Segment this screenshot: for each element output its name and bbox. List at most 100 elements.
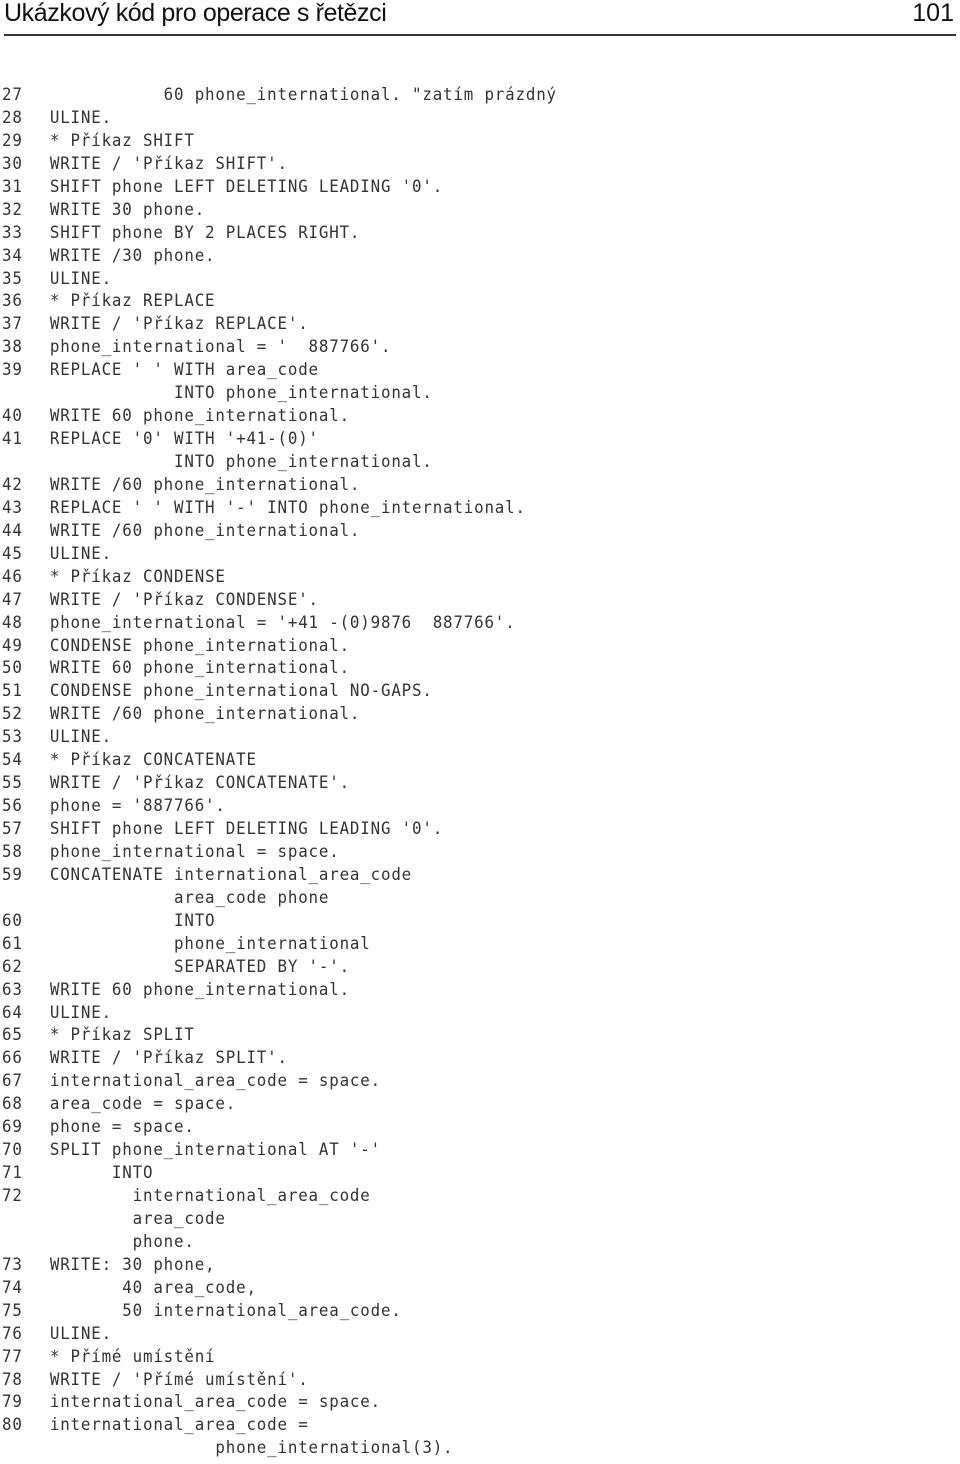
- code-line: phone_international(3).: [2, 1437, 557, 1460]
- code-line: 76 ULINE.: [2, 1323, 557, 1346]
- code-line: 62 SEPARATED BY '-'.: [2, 956, 557, 979]
- code-text: WRITE 60 phone_international.: [49, 658, 350, 679]
- code-line: 39 REPLACE ' ' WITH area_code: [2, 359, 557, 382]
- code-line: 31 SHIFT phone LEFT DELETING LEADING '0'.: [2, 176, 557, 199]
- code-text: phone = space.: [49, 1117, 195, 1138]
- code-line: 74 40 area_code,: [2, 1277, 557, 1300]
- line-number: 51: [2, 681, 23, 702]
- code-text: WRITE 60 phone_international.: [49, 406, 350, 427]
- line-number: 35: [2, 268, 23, 289]
- code-line: 49 CONDENSE phone_international.: [2, 635, 557, 658]
- code-line: 57 SHIFT phone LEFT DELETING LEADING '0'.: [2, 818, 557, 841]
- line-number: 56: [2, 796, 23, 817]
- code-line: phone.: [2, 1231, 557, 1254]
- code-text: CONCATENATE international_area_code: [49, 864, 413, 885]
- code-text: WRITE /30 phone.: [49, 245, 216, 266]
- line-number: 47: [2, 589, 23, 610]
- code-line: 55 WRITE / 'Příkaz CONCATENATE'.: [2, 772, 557, 795]
- code-line: 29 * Příkaz SHIFT: [2, 130, 557, 153]
- line-number: 59: [2, 864, 23, 885]
- code-text: WRITE / 'Příkaz SHIFT'.: [49, 153, 288, 174]
- code-line: 73 WRITE: 30 phone,: [2, 1254, 557, 1277]
- code-line: 50 WRITE 60 phone_international.: [2, 657, 557, 680]
- line-number: 74: [2, 1277, 23, 1298]
- code-line: 68 area_code = space.: [2, 1093, 557, 1116]
- code-line: 67 international_area_code = space.: [2, 1070, 557, 1093]
- code-text: ULINE.: [49, 268, 112, 289]
- code-line: 72 international_area_code: [2, 1185, 557, 1208]
- code-text: INTO phone_international.: [49, 452, 433, 472]
- line-number: 28: [2, 107, 23, 128]
- line-number: 41: [2, 429, 23, 450]
- page-header: Ukázkový kód pro operace s řetězci 101: [4, 0, 956, 36]
- code-line: 34 WRITE /30 phone.: [2, 245, 557, 268]
- code-text: CONDENSE phone_international NO-GAPS.: [49, 681, 433, 702]
- line-number: 69: [2, 1117, 23, 1138]
- code-text: INTO: [49, 910, 216, 931]
- code-line: area_code phone: [2, 887, 557, 910]
- line-number: 61: [2, 933, 23, 954]
- code-text: * Příkaz CONCATENATE: [49, 750, 257, 771]
- code-line: 58 phone_international = space.: [2, 841, 557, 864]
- line-number: 37: [2, 314, 23, 335]
- code-line: 65 * Příkaz SPLIT: [2, 1024, 557, 1047]
- code-text: area_code: [49, 1208, 226, 1229]
- code-line: 52 WRITE /60 phone_international.: [2, 703, 557, 726]
- code-line: 37 WRITE / 'Příkaz REPLACE'.: [2, 313, 557, 336]
- code-text: CONDENSE phone_international.: [49, 635, 350, 656]
- code-text: REPLACE ' ' WITH area_code: [49, 360, 319, 381]
- code-line: 78 WRITE / 'Přímé umístění'.: [2, 1369, 557, 1392]
- line-number: 64: [2, 1002, 23, 1023]
- code-line: 80 international_area_code =: [2, 1414, 557, 1437]
- code-line: 40 WRITE 60 phone_international.: [2, 405, 557, 428]
- line-number: 70: [2, 1140, 23, 1161]
- code-line: 75 50 international_area_code.: [2, 1300, 557, 1323]
- line-number: 36: [2, 291, 23, 312]
- code-text: SPLIT phone_international AT '-': [49, 1140, 381, 1161]
- code-text: phone = '887766'.: [49, 796, 226, 817]
- code-text: WRITE: 30 phone,: [49, 1254, 216, 1275]
- code-line: 56 phone = '887766'.: [2, 795, 557, 818]
- line-number: 58: [2, 841, 23, 862]
- code-line: 28 ULINE.: [2, 107, 557, 130]
- code-text: SHIFT phone LEFT DELETING LEADING '0'.: [49, 819, 444, 839]
- code-line: 48 phone_international = '+41 -(0)9876 88…: [2, 612, 557, 635]
- code-line: 54 * Příkaz CONCATENATE: [2, 749, 557, 772]
- line-number: 32: [2, 199, 23, 220]
- header-rule: [4, 34, 956, 36]
- code-text: WRITE 60 phone_international.: [49, 979, 350, 1000]
- code-text: WRITE /60 phone_international.: [49, 474, 361, 495]
- code-listing: 27 60 phone_international. "zatím prázdn…: [2, 84, 605, 1460]
- code-line: 45 ULINE.: [2, 543, 557, 566]
- page-number: 101: [912, 0, 954, 27]
- code-text: WRITE 30 phone.: [49, 199, 206, 220]
- line-number: 40: [2, 406, 23, 427]
- code-text: phone_international = ' 887766'.: [49, 337, 392, 358]
- code-line: area_code: [2, 1208, 557, 1231]
- code-text: * Příkaz REPLACE: [49, 291, 216, 312]
- line-number: 65: [2, 1025, 23, 1046]
- code-line: 27 60 phone_international. "zatím prázdn…: [2, 84, 557, 107]
- code-text: WRITE /60 phone_international.: [49, 704, 361, 725]
- code-text: 40 area_code,: [49, 1277, 257, 1298]
- line-number: 49: [2, 635, 23, 656]
- code-line: 46 * Příkaz CONDENSE: [2, 566, 557, 589]
- code-line: 61 phone_international: [2, 933, 557, 956]
- code-text: 60 phone_international. "zatím prázdný: [49, 85, 557, 105]
- line-number: 79: [2, 1392, 23, 1413]
- code-text: international_area_code: [49, 1186, 371, 1206]
- line-number: 77: [2, 1346, 23, 1367]
- line-number: 52: [2, 704, 23, 725]
- line-number: 75: [2, 1300, 23, 1321]
- code-text: SEPARATED BY '-'.: [49, 956, 350, 977]
- code-text: WRITE / 'Příkaz REPLACE'.: [49, 314, 309, 335]
- code-line: 35 ULINE.: [2, 268, 557, 291]
- line-number: 66: [2, 1048, 23, 1069]
- code-line: 64 ULINE.: [2, 1002, 557, 1025]
- code-text: international_area_code = space.: [49, 1392, 381, 1413]
- line-number: 63: [2, 979, 23, 1000]
- line-number: 33: [2, 222, 23, 243]
- code-line: 59 CONCATENATE international_area_code: [2, 864, 557, 887]
- code-text: phone_international = space.: [49, 841, 340, 862]
- code-text: INTO: [49, 1163, 154, 1184]
